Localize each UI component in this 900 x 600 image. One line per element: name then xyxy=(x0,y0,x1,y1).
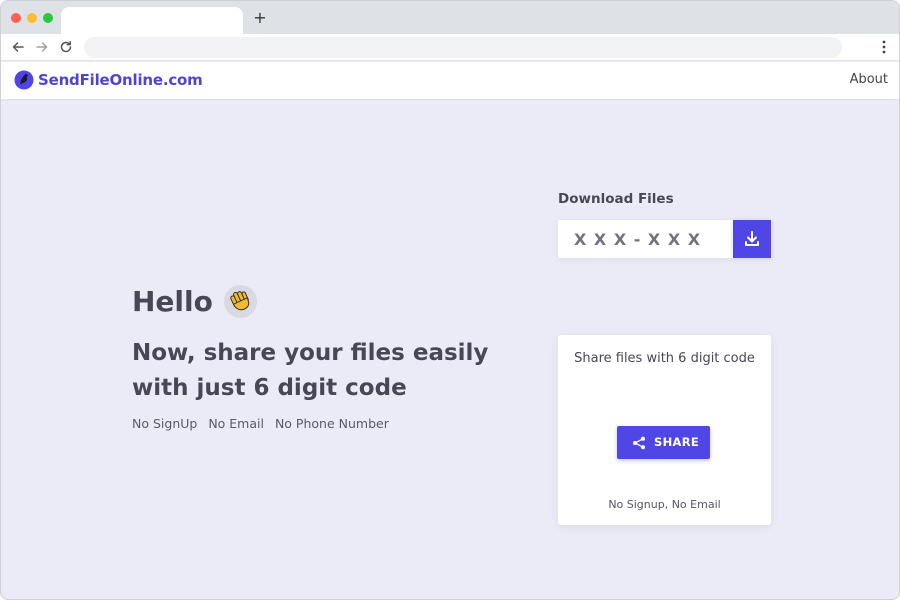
site-logo-text[interactable]: SendFileOnline.com xyxy=(38,71,203,89)
hero-greeting: Hello xyxy=(132,285,257,323)
waving-hand-icon xyxy=(223,285,257,318)
share-card-title: Share files with 6 digit code xyxy=(574,351,755,366)
download-code-input[interactable] xyxy=(558,220,733,258)
maximize-window-button[interactable] xyxy=(43,13,53,23)
vertical-dots-icon[interactable] xyxy=(879,38,889,56)
forward-icon[interactable] xyxy=(34,39,50,55)
reload-icon[interactable] xyxy=(58,39,74,55)
browser-tab-active[interactable] xyxy=(61,7,243,34)
minimize-window-button[interactable] xyxy=(27,13,37,23)
hero-headline: Now, share your files easily with just 6… xyxy=(132,340,489,401)
new-tab-button[interactable]: + xyxy=(252,9,268,27)
hero-feature-tags: No SignUp No Email No Phone Number xyxy=(132,416,396,431)
browser-toolbar xyxy=(1,34,899,61)
share-card: Share files with 6 digit code SHARE No S… xyxy=(558,335,771,525)
close-window-button[interactable] xyxy=(11,13,21,23)
nav-about-link[interactable]: About xyxy=(850,72,888,87)
share-button-label: SHARE xyxy=(654,435,700,449)
share-button[interactable]: SHARE xyxy=(617,426,710,459)
feature-tag: No Email xyxy=(208,416,264,431)
download-section-title: Download Files xyxy=(558,191,674,207)
back-icon[interactable] xyxy=(10,39,26,55)
share-icon xyxy=(632,436,646,450)
browser-window: + SendFileOnline.com About Hello Now, sh… xyxy=(0,0,900,600)
download-button[interactable] xyxy=(733,220,771,258)
feature-tag: No Phone Number xyxy=(274,416,389,431)
site-header: SendFileOnline.com About xyxy=(1,62,899,99)
tab-strip: + xyxy=(1,1,899,34)
hero-greeting-text: Hello xyxy=(132,285,213,318)
share-card-note: No Signup, No Email xyxy=(608,498,721,511)
logo-icon[interactable] xyxy=(14,70,34,90)
download-icon xyxy=(733,230,771,248)
feature-tag: No SignUp xyxy=(132,416,198,431)
address-bar[interactable] xyxy=(84,37,842,58)
